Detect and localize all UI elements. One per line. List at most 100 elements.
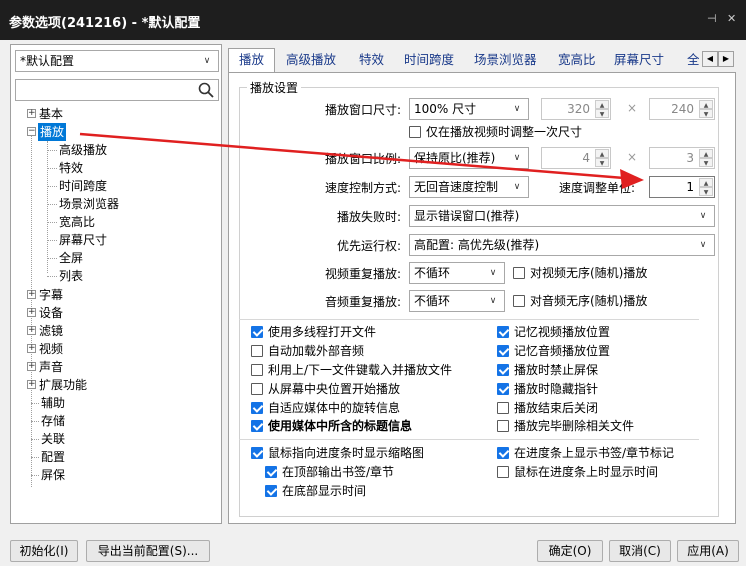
priority-select[interactable]: 高配置: 高优先级(推荐) ∨: [409, 234, 715, 256]
center-start-checkbox[interactable]: 从屏幕中央位置开始播放: [251, 381, 400, 397]
aspect-select[interactable]: 保持原比(推荐) ∨: [409, 147, 529, 169]
tab-scroll-right-icon[interactable]: ▶: [718, 51, 734, 67]
tree-item-screen-size[interactable]: 屏幕尺寸: [59, 231, 107, 249]
tree-item-extension[interactable]: 扩展功能: [39, 376, 87, 394]
video-repeat-select[interactable]: 不循环 ∨: [409, 262, 505, 284]
hide-cursor-checkbox[interactable]: 播放时隐藏指针: [497, 381, 598, 397]
window-height-spinner[interactable]: 240 ▲ ▼: [649, 98, 715, 120]
tab-time-span[interactable]: 时间跨度: [404, 50, 454, 70]
checkbox-box[interactable]: [265, 485, 277, 497]
checkbox-box[interactable]: [251, 383, 263, 395]
tree-item-filter[interactable]: 滤镜: [39, 322, 63, 340]
tree-item-subtitle[interactable]: 字幕: [39, 286, 63, 304]
audio-repeat-select[interactable]: 不循环 ∨: [409, 290, 505, 312]
tree-item-scene-browser[interactable]: 场景浏览器: [59, 195, 119, 213]
on-fail-select[interactable]: 显示错误窗口(推荐) ∨: [409, 205, 715, 227]
checkbox-box[interactable]: [497, 447, 509, 459]
tab-screen-size[interactable]: 屏幕尺寸: [614, 50, 664, 70]
search-icon[interactable]: [198, 82, 214, 98]
checkbox-box[interactable]: [513, 267, 525, 279]
auto-rotate-checkbox[interactable]: 自适应媒体中的旋转信息: [251, 400, 400, 416]
tree-item-playback[interactable]: 播放: [38, 123, 67, 141]
external-audio-checkbox[interactable]: 自动加载外部音频: [251, 343, 364, 359]
tree-item-storage[interactable]: 存储: [41, 412, 65, 430]
spin-up-icon[interactable]: ▲: [699, 178, 713, 187]
tab-playback[interactable]: 播放: [228, 48, 276, 73]
tree-item-advanced-playback[interactable]: 高级播放: [59, 141, 107, 159]
checkbox-box[interactable]: [265, 466, 277, 478]
checkbox-box[interactable]: [251, 447, 263, 459]
speed-mode-select[interactable]: 无回音速度控制 ∨: [409, 176, 529, 198]
profile-select[interactable]: *默认配置 ∨: [15, 50, 219, 72]
checkbox-box[interactable]: [497, 402, 509, 414]
expand-icon[interactable]: +: [27, 326, 36, 335]
tree-item-playlist[interactable]: 列表: [59, 267, 83, 285]
spin-down-icon[interactable]: ▼: [595, 158, 609, 167]
spin-down-icon[interactable]: ▼: [699, 187, 713, 196]
ok-button[interactable]: 确定(O): [537, 540, 603, 562]
export-config-button[interactable]: 导出当前配置(S)...: [86, 540, 210, 562]
expand-icon[interactable]: +: [27, 362, 36, 371]
prev-next-load-checkbox[interactable]: 利用上/下一文件键载入并播放文件: [251, 362, 452, 378]
checkbox-box[interactable]: [497, 466, 509, 478]
window-width-spinner[interactable]: 320 ▲ ▼: [541, 98, 611, 120]
spin-up-icon[interactable]: ▲: [595, 149, 609, 158]
multithread-checkbox[interactable]: 使用多线程打开文件: [251, 324, 376, 340]
thumbnail-checkbox[interactable]: 鼠标指向进度条时显示缩略图: [251, 445, 424, 461]
tree-item-config[interactable]: 配置: [41, 448, 65, 466]
mouse-time-checkbox[interactable]: 鼠标在进度条上时显示时间: [497, 464, 658, 480]
apply-button[interactable]: 应用(A): [677, 540, 739, 562]
aspect-width-spinner[interactable]: 4 ▲ ▼: [541, 147, 611, 169]
disable-screensaver-checkbox[interactable]: 播放时禁止屏保: [497, 362, 598, 378]
delete-after-play-checkbox[interactable]: 播放完毕删除相关文件: [497, 418, 634, 434]
aspect-height-spinner[interactable]: 3 ▲ ▼: [649, 147, 715, 169]
tab-effects[interactable]: 特效: [359, 50, 384, 70]
cancel-button[interactable]: 取消(C): [609, 540, 671, 562]
tree-item-video[interactable]: 视频: [39, 340, 63, 358]
expand-icon[interactable]: +: [27, 380, 36, 389]
tree-item-assist[interactable]: 辅助: [41, 394, 65, 412]
checkbox-box[interactable]: [513, 295, 525, 307]
expand-icon[interactable]: +: [27, 290, 36, 299]
expand-icon[interactable]: +: [27, 344, 36, 353]
checkbox-box[interactable]: [251, 345, 263, 357]
tab-advanced-playback[interactable]: 高级播放: [286, 50, 336, 70]
tree-item-time-span[interactable]: 时间跨度: [59, 177, 107, 195]
pin-icon[interactable]: ⊣: [707, 12, 717, 25]
checkbox-box[interactable]: [251, 326, 263, 338]
checkbox-box[interactable]: [251, 420, 263, 432]
tree-item-aspect[interactable]: 宽高比: [59, 213, 95, 231]
spin-down-icon[interactable]: ▼: [699, 109, 713, 118]
spin-down-icon[interactable]: ▼: [699, 158, 713, 167]
tree-item-effects[interactable]: 特效: [59, 159, 83, 177]
checkbox-box[interactable]: [409, 126, 421, 138]
checkbox-box[interactable]: [251, 364, 263, 376]
tree-item-association[interactable]: 关联: [41, 430, 65, 448]
bottom-time-checkbox[interactable]: 在底部显示时间: [265, 483, 366, 499]
audio-random-checkbox[interactable]: 对音频无序(随机)播放: [513, 293, 647, 309]
speed-unit-spinner[interactable]: 1 ▲ ▼: [649, 176, 715, 198]
spin-up-icon[interactable]: ▲: [595, 100, 609, 109]
tab-scroll-left-icon[interactable]: ◀: [702, 51, 718, 67]
checkbox-box[interactable]: [497, 383, 509, 395]
checkbox-box[interactable]: [497, 326, 509, 338]
spin-up-icon[interactable]: ▲: [699, 149, 713, 158]
expand-icon[interactable]: +: [27, 308, 36, 317]
show-bookmark-checkbox[interactable]: 在进度条上显示书签/章节标记: [497, 445, 674, 461]
collapse-icon[interactable]: −: [27, 127, 36, 136]
tree-item-screensaver[interactable]: 屏保: [41, 466, 65, 484]
media-title-checkbox[interactable]: 使用媒体中所含的标题信息: [251, 418, 412, 434]
search-input[interactable]: [15, 79, 219, 101]
checkbox-box[interactable]: [497, 345, 509, 357]
spin-up-icon[interactable]: ▲: [699, 100, 713, 109]
checkbox-box[interactable]: [497, 364, 509, 376]
close-icon[interactable]: ✕: [727, 12, 736, 25]
remember-audio-position-checkbox[interactable]: 记忆音频播放位置: [497, 343, 610, 359]
checkbox-box[interactable]: [497, 420, 509, 432]
tab-aspect[interactable]: 宽高比: [558, 50, 596, 70]
video-random-checkbox[interactable]: 对视频无序(随机)播放: [513, 265, 647, 281]
tab-fullscreen[interactable]: 全: [687, 50, 699, 70]
top-bookmark-checkbox[interactable]: 在顶部输出书签/章节: [265, 464, 394, 480]
tree-item-audio[interactable]: 声音: [39, 358, 63, 376]
tree-item-device[interactable]: 设备: [39, 304, 63, 322]
